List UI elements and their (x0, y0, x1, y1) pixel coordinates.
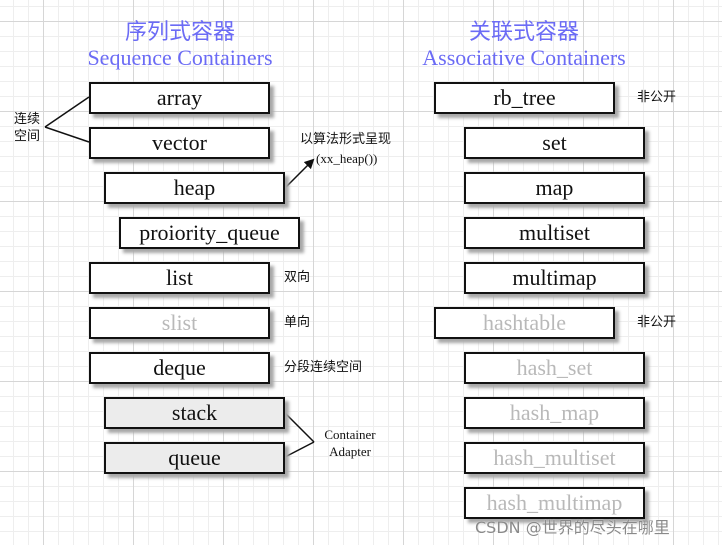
box-label: multimap (512, 265, 597, 290)
list-note: 双向 (284, 270, 311, 285)
box-label: multiset (519, 220, 590, 245)
adapter-note-line1: Container (324, 427, 376, 442)
adapter-note-line2: Adapter (329, 444, 371, 459)
box-priority-queue: proiority_queue (119, 217, 300, 249)
contiguous-note-line2: 空间 (14, 129, 41, 144)
box-deque: deque (89, 352, 270, 384)
box-array: array (89, 82, 270, 114)
box-label: map (535, 175, 574, 200)
box-hash-multiset: hash_multiset (464, 442, 645, 474)
adapter-brace-upper (284, 412, 315, 443)
box-map: map (464, 172, 645, 204)
box-label: stack (171, 400, 218, 425)
box-vector: vector (89, 127, 270, 159)
box-label: list (166, 265, 193, 290)
adapter-note: Container Adapter (318, 426, 382, 460)
box-label: hash_multimap (486, 490, 623, 515)
contiguous-brace-upper (44, 96, 90, 128)
box-hashtable: hashtable (434, 307, 615, 339)
box-label: proiority_queue (139, 220, 280, 245)
rb-tree-note: 非公开 (637, 90, 677, 105)
box-queue: queue (104, 442, 285, 474)
box-hash-map: hash_map (464, 397, 645, 429)
box-label: hash_set (516, 355, 593, 380)
heap-note-line2: (xx_heap()) (316, 151, 378, 166)
box-label: rb_tree (493, 85, 556, 110)
box-label: hash_multiset (493, 445, 616, 470)
contiguous-note-line1: 连续 (14, 112, 41, 127)
watermark: CSDN @世界的尽头在哪里 (475, 518, 670, 537)
box-multiset: multiset (464, 217, 645, 249)
box-label: deque (153, 355, 206, 380)
slist-note: 单向 (284, 315, 311, 330)
box-label: set (542, 130, 567, 155)
box-list: list (89, 262, 270, 294)
box-stack: stack (104, 397, 285, 429)
adapter-brace-lower (284, 441, 315, 458)
box-label: heap (173, 175, 216, 200)
box-label: hash_map (509, 400, 600, 425)
box-label: vector (152, 130, 207, 155)
box-label: array (156, 85, 203, 110)
contiguous-brace-lower (44, 126, 90, 143)
box-label: slist (161, 310, 198, 335)
box-slist: slist (89, 307, 270, 339)
box-heap: heap (104, 172, 285, 204)
box-label: hashtable (482, 310, 567, 335)
box-rb-tree: rb_tree (434, 82, 615, 114)
heap-arrow (285, 158, 315, 188)
contiguous-note: 连续 空间 (14, 111, 40, 145)
deque-note: 分段连续空间 (284, 360, 363, 375)
box-label: queue (168, 445, 221, 470)
hashtable-note: 非公开 (637, 315, 677, 330)
box-multimap: multimap (464, 262, 645, 294)
box-hash-set: hash_set (464, 352, 645, 384)
heap-note-line1: 以算法形式呈现 (300, 132, 392, 147)
box-set: set (464, 127, 645, 159)
